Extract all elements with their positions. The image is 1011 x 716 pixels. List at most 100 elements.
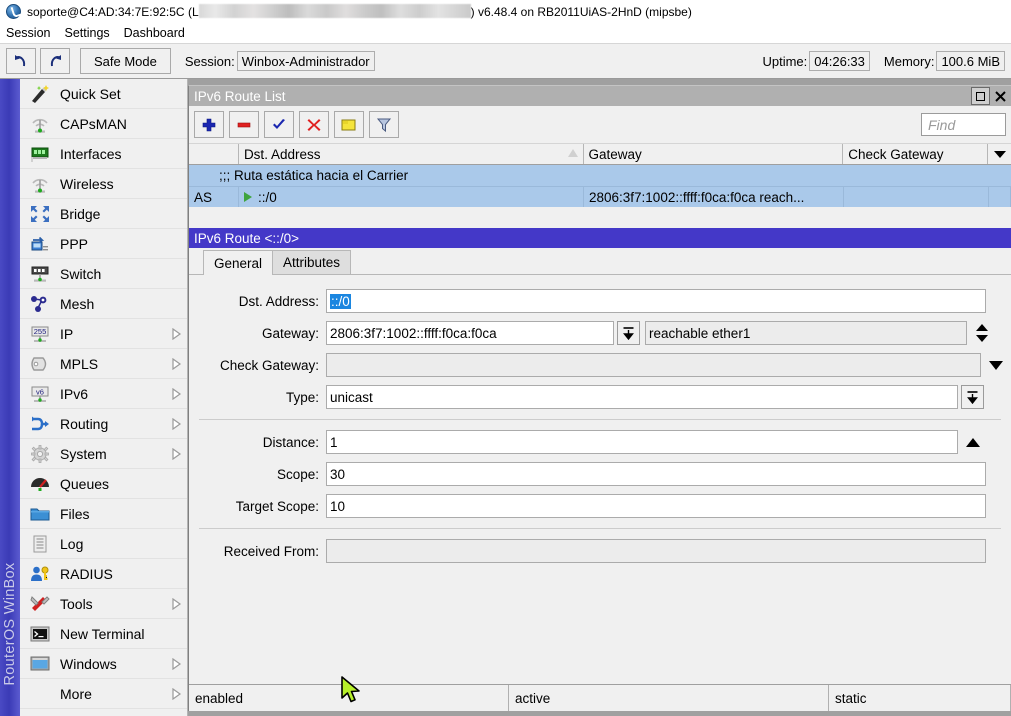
sidebar-item-label: MPLS (60, 356, 171, 372)
field-row-gateway: Gateway: 2806:3f7:1002::ffff:f0ca:f0ca r… (189, 317, 1011, 349)
sidebar-item-interfaces[interactable]: Interfaces (20, 139, 187, 169)
sidebar-item-label: Interfaces (60, 146, 171, 162)
route-group-comment-row[interactable]: ;;; Ruta estática hacia el Carrier (189, 165, 1011, 186)
chevron-right-icon (171, 598, 187, 610)
row-dst-address: ::/0 (239, 187, 584, 207)
winbox-application: soporte@C4:AD:34:7E:92:5C (L) v6.48.4 on… (0, 0, 1011, 716)
menu-item-dashboard[interactable]: Dashboard (124, 26, 185, 40)
terminal-icon (28, 623, 52, 645)
sidebar-item-label: CAPsMAN (60, 116, 171, 132)
filter-button[interactable] (369, 111, 399, 138)
sidebar-item-new-terminal[interactable]: New Terminal (20, 619, 187, 649)
ppp-icon (28, 233, 52, 255)
sidebar-item-label: RADIUS (60, 566, 171, 582)
sidebar-brand-strip: RouterOS WinBox (0, 79, 20, 716)
sidebar-item-label: System (60, 446, 171, 462)
sidebar-item-system[interactable]: System (20, 439, 187, 469)
add-button[interactable] (194, 111, 224, 138)
row-flags: AS (189, 187, 239, 207)
target-scope-input[interactable]: 10 (326, 494, 986, 518)
enable-button[interactable] (264, 111, 294, 138)
column-dst-address[interactable]: Dst. Address (239, 144, 584, 164)
gateway-input[interactable]: 2806:3f7:1002::ffff:f0ca:f0ca (326, 321, 614, 345)
row-gateway: 2806:3f7:1002::ffff:f0ca:f0ca reach... (584, 187, 844, 207)
sidebar-item-label: PPP (60, 236, 171, 252)
sidebar-item-ipv6[interactable]: v6IPv6 (20, 379, 187, 409)
window-title-bar: soporte@C4:AD:34:7E:92:5C (L) v6.48.4 on… (0, 0, 1011, 23)
sidebar-item-files[interactable]: Files (20, 499, 187, 529)
gateway-label: Gateway: (189, 326, 326, 341)
chevron-down-icon[interactable] (988, 144, 1011, 164)
dst-address-input[interactable]: ::/0 (326, 289, 986, 313)
column-check-gateway-label: Check Gateway (848, 147, 943, 162)
sidebar-item-more[interactable]: More (20, 679, 187, 709)
status-badge-static: static (829, 685, 1011, 711)
tab-attributes[interactable]: Attributes (272, 250, 351, 274)
type-input[interactable]: unicast (326, 385, 958, 409)
check-gateway-dropdown-icon[interactable] (981, 361, 1011, 370)
disable-button[interactable] (299, 111, 329, 138)
column-gateway[interactable]: Gateway (584, 144, 844, 164)
tab-general[interactable]: General (203, 250, 273, 275)
search-input[interactable]: Find (921, 113, 1006, 136)
comment-button[interactable] (334, 111, 364, 138)
sidebar-item-wireless[interactable]: Wireless (20, 169, 187, 199)
sidebar-item-mpls[interactable]: MPLS (20, 349, 187, 379)
queues-gauge-icon (28, 473, 52, 495)
scope-label: Scope: (189, 467, 326, 482)
sidebar-item-queues[interactable]: Queues (20, 469, 187, 499)
magic-wand-icon (28, 83, 52, 105)
sidebar-item-ip[interactable]: 255IP (20, 319, 187, 349)
session-label: Session: (185, 54, 235, 69)
type-dropdown-icon[interactable] (961, 385, 984, 409)
safe-mode-button[interactable]: Safe Mode (80, 48, 171, 74)
sidebar-item-radius[interactable]: RADIUS (20, 559, 187, 589)
close-icon[interactable] (992, 88, 1009, 104)
chevron-right-icon (171, 388, 187, 400)
uptime-label: Uptime: (762, 54, 807, 69)
ip-255-icon: 255 (28, 323, 52, 345)
scope-input[interactable]: 30 (326, 462, 986, 486)
chevron-right-icon (171, 688, 187, 700)
sidebar-item-label: New Terminal (60, 626, 171, 642)
sidebar-item-ppp[interactable]: PPP (20, 229, 187, 259)
sidebar-item-windows[interactable]: Windows (20, 649, 187, 679)
menu-item-session[interactable]: Session (6, 26, 50, 40)
sidebar-item-bridge[interactable]: Bridge (20, 199, 187, 229)
sidebar-item-label: Mesh (60, 296, 171, 312)
sidebar-item-label: Switch (60, 266, 171, 282)
sidebar-item-capsman[interactable]: CAPsMAN (20, 109, 187, 139)
sidebar-item-routing[interactable]: Routing (20, 409, 187, 439)
type-label: Type: (189, 390, 326, 405)
remove-button[interactable] (229, 111, 259, 138)
antenna-icon (28, 173, 52, 195)
distance-spinner-icon[interactable] (958, 438, 988, 447)
window-title-paren-open: (L (188, 5, 199, 19)
column-flags[interactable] (189, 144, 239, 164)
route-list-title-bar: IPv6 Route List (189, 86, 1011, 106)
table-row[interactable]: AS ::/0 2806:3f7:1002::ffff:f0ca:f0ca re… (189, 186, 1011, 207)
restore-window-icon[interactable] (971, 87, 990, 105)
route-list-title: IPv6 Route List (194, 89, 286, 104)
sidebar-item-quick-set[interactable]: Quick Set (20, 79, 187, 109)
session-value[interactable]: Winbox-Administrador (237, 51, 375, 71)
log-scroll-icon (28, 533, 52, 555)
gateway-spinner-icon[interactable] (967, 323, 997, 343)
menu-item-settings[interactable]: Settings (64, 26, 109, 40)
gateway-dropdown-icon[interactable] (617, 321, 640, 345)
redo-arrow-icon[interactable] (40, 48, 70, 74)
sidebar-item-tools[interactable]: Tools (20, 589, 187, 619)
sidebar-item-switch[interactable]: Switch (20, 259, 187, 289)
field-row-distance: Distance: 1 (189, 426, 1011, 458)
sidebar-item-label: Wireless (60, 176, 171, 192)
sidebar-item-log[interactable]: Log (20, 529, 187, 559)
undo-arrow-icon[interactable] (6, 48, 36, 74)
distance-input[interactable]: 1 (326, 430, 958, 454)
sidebar-item-mesh[interactable]: Mesh (20, 289, 187, 319)
row-overflow (989, 187, 1011, 207)
ipv6-route-list-window: IPv6 Route List (188, 85, 1011, 711)
window-title-paren-close: ) (471, 5, 475, 19)
check-gateway-input[interactable] (326, 353, 981, 377)
column-check-gateway[interactable]: Check Gateway (843, 144, 988, 164)
sidebar-item-label: Tools (60, 596, 171, 612)
